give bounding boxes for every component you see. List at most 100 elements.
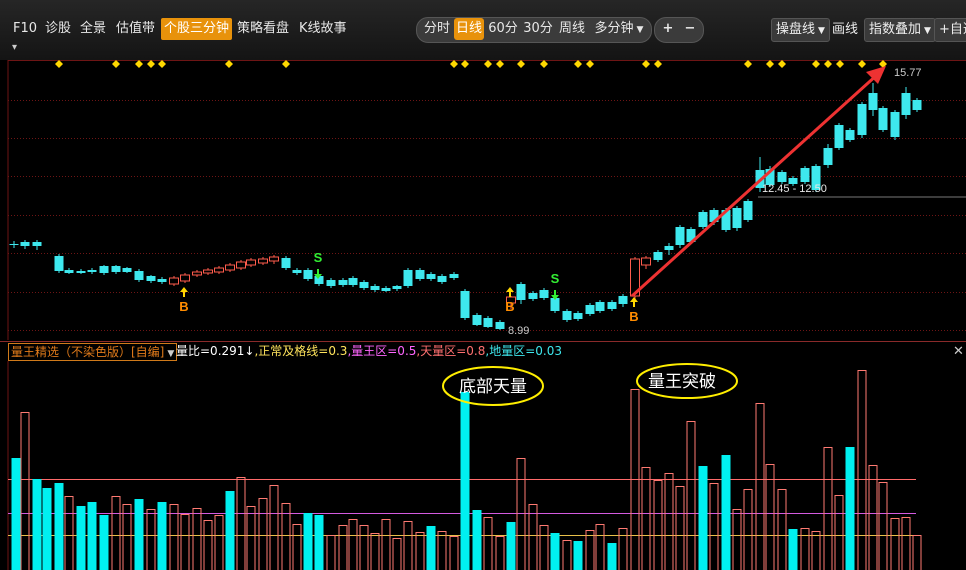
period-weekly[interactable]: 周线	[557, 18, 587, 40]
indicator-value: ,量王区=0.5	[347, 344, 417, 358]
range-label: 12.45 - 12.50	[762, 183, 827, 195]
candle-body	[87, 270, 97, 272]
volume-bar	[550, 533, 560, 570]
candle-body	[281, 258, 291, 268]
candle-body	[111, 266, 121, 272]
tab-panorama[interactable]: 全景	[80, 18, 106, 40]
candle-body	[392, 286, 402, 289]
candle-body	[169, 277, 179, 285]
candle-body	[292, 270, 302, 273]
candle-body	[472, 315, 482, 325]
candle-body	[516, 284, 526, 300]
candle-body	[99, 266, 109, 273]
candle-body	[868, 93, 878, 110]
candle-body	[122, 268, 132, 272]
chevron-down-icon: ▼	[924, 26, 931, 36]
candle-body	[180, 274, 190, 282]
indicator-selector[interactable]: 量王精选（不染色版）[自编] ▼	[8, 343, 178, 361]
candle-body	[641, 257, 651, 266]
candle-body	[562, 311, 572, 320]
volume-bar	[11, 458, 21, 570]
trading-line-button[interactable]: 操盘线 ▼	[771, 18, 830, 42]
zoom-out-button[interactable]: −	[680, 18, 700, 40]
index-overlay-button[interactable]: 指数叠加 ▼	[864, 18, 936, 42]
candle-body	[381, 288, 391, 291]
candle-body	[912, 100, 922, 110]
tab-f10[interactable]: F10	[13, 18, 37, 40]
candle-body	[607, 302, 617, 309]
candle-body	[585, 305, 595, 314]
candle-body	[20, 242, 30, 246]
candle-body	[595, 302, 605, 311]
candle-body	[834, 125, 844, 148]
candle-body	[698, 212, 708, 227]
draw-line-button[interactable]: 画线	[827, 18, 863, 42]
candle-body	[800, 168, 810, 182]
candle-body	[675, 227, 685, 245]
period-daily[interactable]: 日线	[454, 18, 484, 40]
volume-bar	[573, 541, 583, 570]
candle-body	[303, 270, 313, 279]
candle-body	[246, 259, 256, 266]
indicator-value: ,天量区=0.8	[416, 344, 486, 358]
volume-bar	[99, 515, 109, 570]
candle-body	[823, 148, 833, 165]
period-30min[interactable]: 30分	[522, 18, 554, 40]
indicator-value: ,正常及格线=0.3	[254, 344, 348, 358]
candle-body	[76, 271, 86, 273]
volume-bar	[157, 502, 167, 570]
volume-bar	[426, 526, 436, 570]
volume-chart[interactable]: 底部天量 量王突破	[0, 361, 966, 570]
chevron-down-icon: ▼	[636, 25, 644, 35]
candle-body	[64, 270, 74, 273]
annotation-bottom-volume: 底部天量	[459, 377, 527, 397]
period-timeshare[interactable]: 分时	[422, 18, 452, 40]
zoom-in-button[interactable]: +	[658, 18, 678, 40]
index-overlay-label: 指数叠加	[869, 22, 922, 37]
tab-stock-three-minutes[interactable]: 个股三分钟	[161, 18, 233, 40]
indicator-value: 量比=0.291↓	[176, 344, 255, 358]
indicator-bar: 量王精选（不染色版）[自编] ▼ 量比=0.291↓,正常及格线=0.3,量王区=…	[0, 341, 966, 361]
candle-body	[415, 270, 425, 279]
tab-kline-story[interactable]: K线故事	[299, 18, 347, 40]
kline-chart[interactable]: 15.77 8.99 12.45 - 12.50 B B B S S	[0, 60, 966, 340]
volume-bar	[32, 479, 42, 570]
buy-marker: B	[629, 309, 638, 324]
candle-body	[437, 276, 447, 282]
candle-body	[426, 274, 436, 279]
candle-body	[528, 293, 538, 299]
chevron-down-icon: ▼	[818, 26, 825, 36]
tab-strategy-view[interactable]: 策略看盘	[237, 18, 289, 40]
tab-diagnose[interactable]: 诊股	[45, 18, 71, 40]
volume-bar	[607, 543, 617, 570]
candle-body	[236, 261, 246, 269]
candle-body	[857, 104, 867, 135]
candle-body	[653, 252, 663, 260]
volume-bar	[506, 522, 516, 570]
candle-body	[539, 290, 549, 298]
candle-body	[269, 256, 279, 262]
candle-body	[403, 270, 413, 286]
candle-body	[225, 264, 235, 271]
candle-body	[54, 256, 64, 271]
candle-body	[348, 278, 358, 285]
period-multi-minute[interactable]: 多分钟 ▼	[591, 18, 647, 40]
candle-body	[192, 271, 202, 276]
tab-valuation-band[interactable]: 估值带	[116, 18, 155, 40]
candle-body	[743, 201, 753, 220]
candle-body	[460, 291, 470, 318]
buy-marker: B	[179, 299, 188, 314]
volume-bar	[788, 529, 798, 570]
chevron-down-icon[interactable]: ▾	[12, 42, 17, 53]
volume-bar	[721, 455, 731, 570]
candle-body	[359, 282, 369, 288]
period-60min[interactable]: 60分	[488, 18, 518, 40]
candle-body	[9, 244, 19, 245]
high-price-label: 15.77	[894, 67, 922, 79]
candle-body	[495, 322, 505, 329]
add-watchlist-button[interactable]: +自选	[934, 18, 966, 42]
candle-body	[890, 112, 900, 137]
volume-bar	[87, 502, 97, 570]
candle-body	[258, 258, 268, 264]
close-icon[interactable]: ✕	[953, 342, 964, 361]
